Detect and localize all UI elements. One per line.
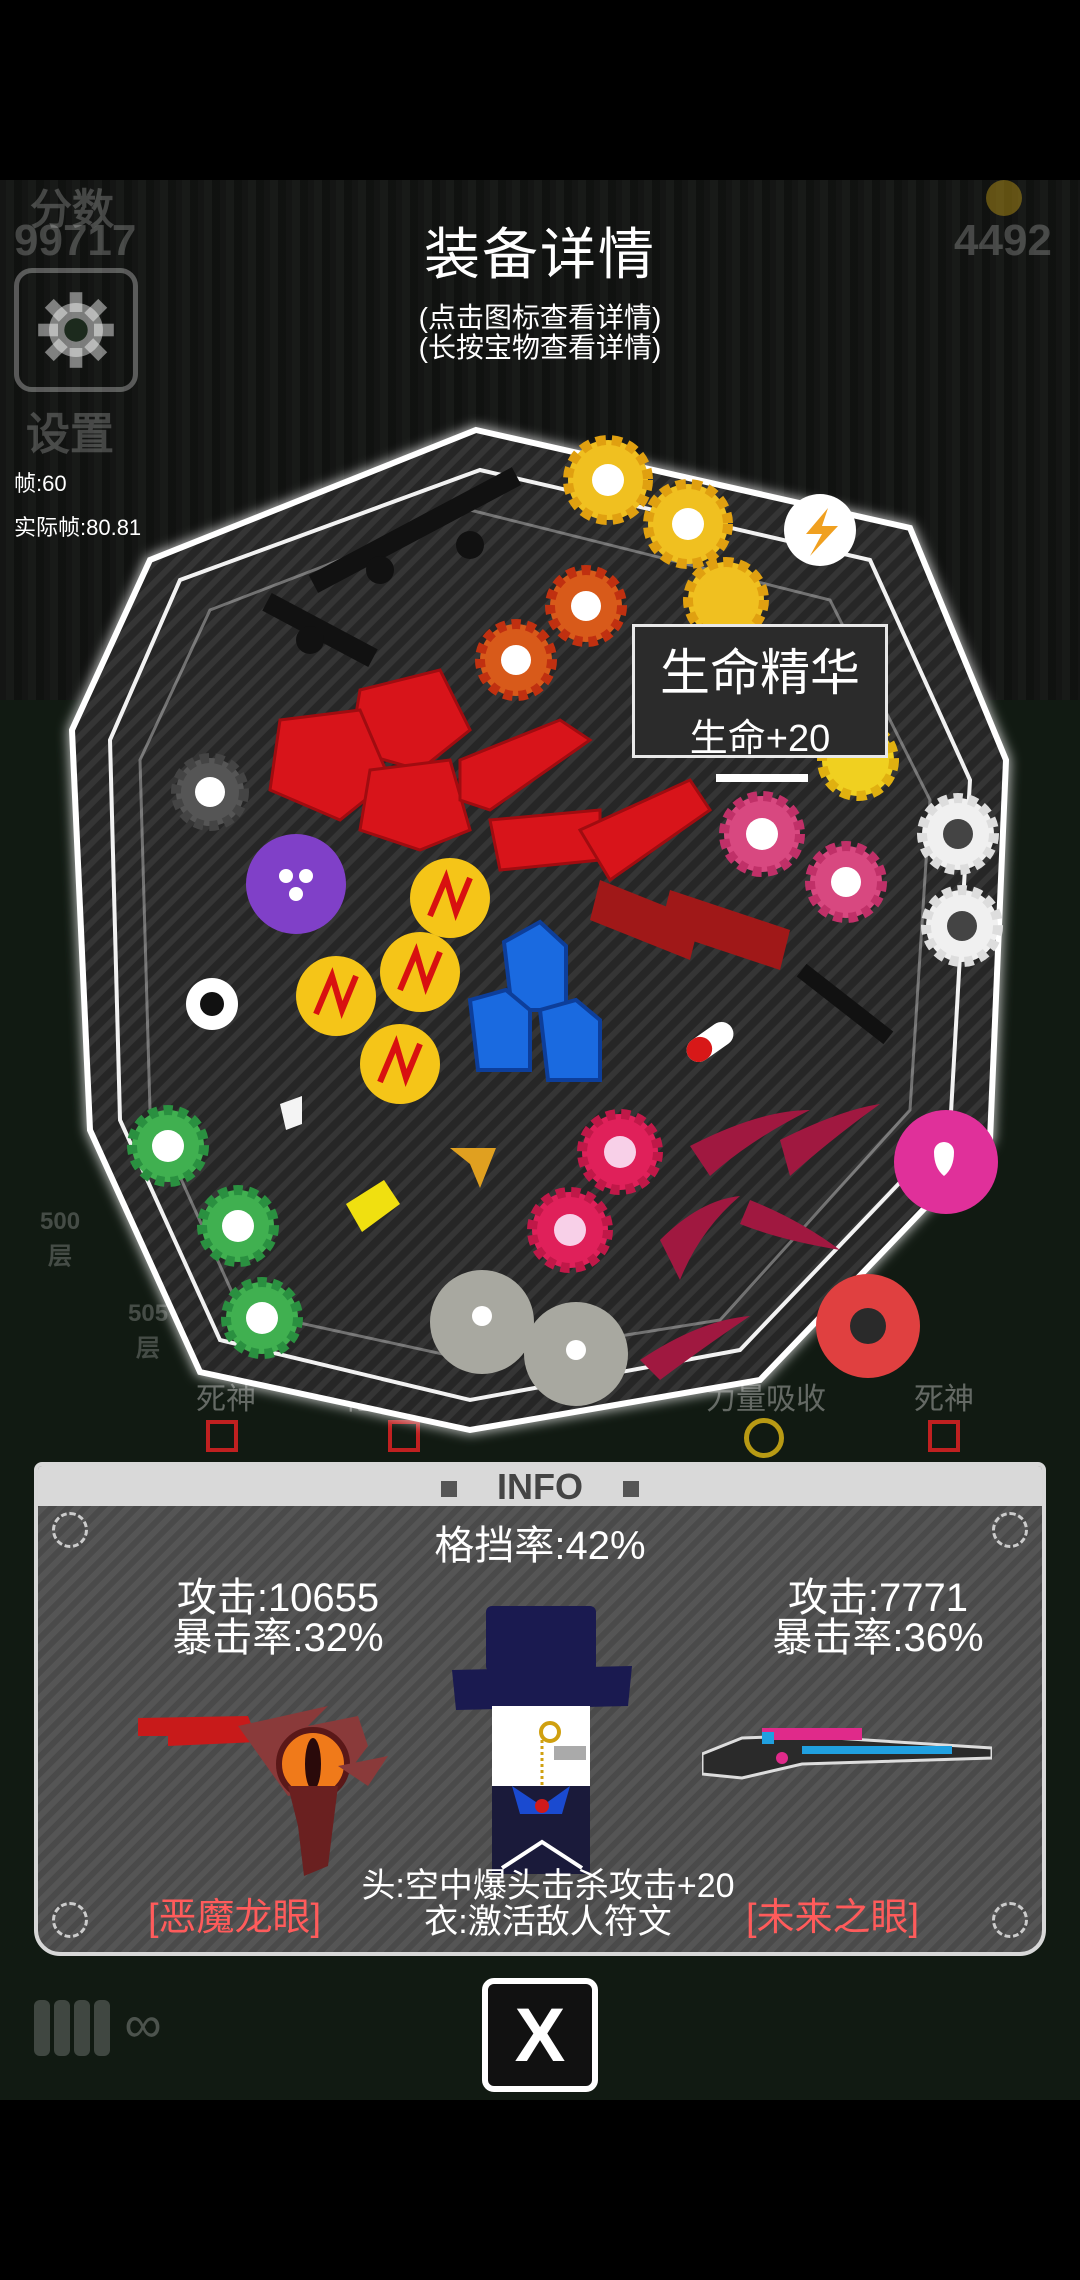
character-avatar	[452, 1606, 632, 1874]
left-weapon-name: [恶魔龙眼]	[148, 1897, 322, 1939]
left-weapon-crit: 暴击率:32%	[172, 1616, 384, 1660]
future-eye-weapon[interactable]	[702, 1718, 992, 1798]
ammo-infinite: ∞	[124, 1996, 162, 2054]
close-button[interactable]: X	[482, 1978, 598, 2092]
right-weapon-name: [未来之眼]	[746, 1897, 920, 1939]
header-square-left	[441, 1481, 457, 1498]
treasure-tooltip: 生命精华 生命+20	[632, 624, 888, 760]
red-orb-treasure[interactable]	[816, 1274, 920, 1378]
corner-ring-icon	[52, 1902, 88, 1938]
left-weapon-attack: 攻击:10655	[176, 1576, 380, 1620]
heart-orb-treasure[interactable]	[894, 1110, 998, 1214]
equipment-display	[68, 426, 1010, 1434]
right-weapon-crit: 暴击率:36%	[772, 1616, 984, 1660]
page-title: 装备详情	[424, 223, 656, 286]
info-header: INFO	[38, 1466, 1042, 1507]
tooltip-underline	[716, 774, 808, 782]
head-ability-desc: 头:空中爆头击杀攻击+20	[361, 1867, 735, 1905]
lightning-orb-treasure[interactable]	[784, 494, 856, 566]
tooltip-effect: 生命+20	[689, 718, 831, 760]
close-label: X	[514, 1992, 566, 2078]
demon-dragon-eye-weapon[interactable]	[138, 1706, 408, 1886]
info-header-label: INFO	[497, 1466, 583, 1507]
header-square-right	[623, 1481, 639, 1498]
body-ability-desc: 衣:激活敌人符文	[424, 1903, 672, 1941]
block-rate: 格挡率:42%	[434, 1524, 646, 1568]
info-panel: INFO 格挡率:42% 攻击:10655 暴击率:32% 攻击:7771 暴击…	[34, 1462, 1046, 1956]
bullets-icon	[34, 2000, 110, 2056]
tooltip-name: 生命精华	[660, 645, 860, 701]
ammo-display: ∞	[30, 1990, 162, 2060]
purple-orb-treasure[interactable]	[246, 834, 346, 934]
hint-treasure-hold: (长按宝物查看详情)	[418, 332, 662, 363]
right-weapon-attack: 攻击:7771	[787, 1576, 969, 1620]
corner-ring-icon	[992, 1902, 1028, 1938]
